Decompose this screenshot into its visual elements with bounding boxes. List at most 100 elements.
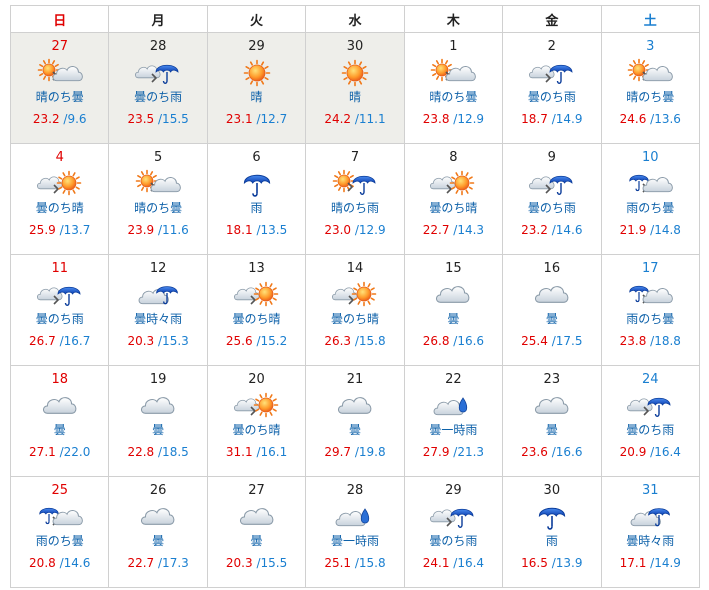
arrow-icon — [347, 182, 354, 192]
day-cell[interactable]: 3 晴のち曇 24.6 /13.6 — [600, 32, 701, 144]
day-cell[interactable]: 27 晴のち曇 23.2 /9.6 — [9, 32, 110, 144]
temperature: 23.9 /11.6 — [109, 222, 206, 238]
high-temp: 22.7 — [422, 223, 450, 237]
low-temp: /16.4 — [650, 445, 681, 459]
day-cell[interactable]: 29 曇のち雨 24.1 /16.4 — [403, 476, 504, 588]
weather-label: 晴のち曇 — [35, 90, 84, 104]
day-cell[interactable]: 9 曇のち雨 23.2 /14.6 — [502, 143, 602, 255]
low-temp: /14.9 — [551, 112, 583, 126]
day-cell[interactable]: 27 曇 20.3 /15.5 — [206, 476, 307, 588]
weather-label: 曇 — [250, 534, 263, 548]
day-cell[interactable]: 28 曇一時雨 25.1 /15.8 — [305, 476, 405, 588]
day-cell[interactable]: 7 晴のち雨 23.0 /12.9 — [305, 143, 405, 255]
temperature: 29.7 /19.8 — [306, 444, 403, 460]
weather-label: 雨のち曇 — [35, 534, 84, 548]
rain-then-cloud-weather-icon — [39, 507, 83, 526]
day-number: 23 — [543, 372, 561, 387]
day-cell[interactable]: 16 曇 25.4 /17.5 — [502, 254, 602, 366]
weather-label: 曇 — [152, 423, 165, 437]
day-cell[interactable]: 26 曇 22.7 /17.3 — [108, 476, 208, 588]
day-number: 24 — [641, 372, 659, 387]
day-cell[interactable]: 17 雨のち曇 23.8 /18.8 — [600, 254, 701, 366]
day-cell[interactable]: 30 晴 24.2 /11.1 — [305, 32, 405, 144]
high-temp: 21.9 — [619, 223, 647, 237]
day-cell[interactable]: 14 曇のち晴 26.3 /15.8 — [305, 254, 405, 366]
week-row: 27 晴のち曇 23.2 /9.6 28 曇のち雨 23.5 /15.5 29 晴 23.… — [9, 32, 701, 144]
day-cell[interactable]: 21 曇 29.7 /19.8 — [305, 365, 405, 477]
weekday-sat: 土 — [600, 5, 701, 33]
temperature: 23.0 /12.9 — [306, 222, 403, 238]
weather-label: 雨のち曇 — [626, 201, 675, 215]
sun-then-rain-weather-icon — [332, 169, 376, 195]
day-number: 30 — [543, 483, 561, 498]
temperature: 25.4 /17.5 — [503, 333, 600, 349]
low-temp: /15.3 — [158, 334, 189, 348]
cloud-icon — [42, 397, 77, 414]
temperature: 23.2 /14.6 — [503, 222, 600, 238]
rain-then-cloud-weather-icon — [629, 174, 674, 193]
weather-label: 曇 — [152, 534, 165, 548]
low-temp: /11.1 — [354, 112, 386, 126]
low-temp: /15.5 — [256, 556, 288, 570]
day-cell[interactable]: 12 曇時々雨 20.3 /15.3 — [108, 254, 208, 366]
day-cell[interactable]: 1 晴のち曇 23.8 /12.9 — [403, 32, 504, 144]
high-temp: 31.1 — [225, 445, 253, 459]
temperature: 16.5 /13.9 — [503, 555, 600, 571]
weather-label: 晴 — [348, 90, 361, 104]
sun-icon — [450, 170, 475, 196]
low-temp: /18.8 — [650, 334, 681, 348]
day-cell[interactable]: 4 曇のち晴 25.9 /13.7 — [9, 143, 110, 255]
day-number: 5 — [153, 150, 163, 165]
weather-label: 晴のち曇 — [626, 90, 675, 104]
day-cell[interactable]: 29 晴 23.1 /12.7 — [206, 32, 307, 144]
rain-weather-icon — [243, 174, 270, 197]
temperature: 25.6 /15.2 — [208, 333, 305, 349]
day-cell[interactable]: 19 曇 22.8 /18.5 — [108, 365, 208, 477]
day-number: 30 — [346, 39, 364, 54]
cloud-icon — [239, 508, 273, 525]
day-number: 20 — [248, 372, 265, 387]
cloud-then-rain-weather-icon — [528, 175, 573, 195]
temperature: 31.1 /16.1 — [208, 444, 305, 460]
day-number: 29 — [248, 39, 265, 54]
high-temp: 22.7 — [127, 556, 155, 570]
low-temp: /18.5 — [158, 445, 189, 459]
day-cell[interactable]: 18 曇 27.1 /22.0 — [9, 365, 110, 477]
day-cell[interactable]: 25 雨のち曇 20.8 /14.6 — [9, 476, 110, 588]
day-cell[interactable]: 24 曇のち雨 20.9 /16.4 — [600, 365, 701, 477]
cloud-icon — [534, 397, 569, 414]
high-temp: 20.8 — [29, 556, 56, 570]
low-temp: /16.7 — [59, 334, 91, 348]
day-number: 17 — [641, 261, 659, 276]
day-cell[interactable]: 8 曇のち晴 22.7 /14.3 — [403, 143, 504, 255]
weekday-tue: 火 — [206, 5, 307, 33]
high-temp: 20.3 — [225, 556, 253, 570]
day-number: 1 — [449, 39, 458, 54]
weather-label: 曇のち雨 — [35, 312, 84, 326]
temperature: 20.9 /16.4 — [602, 444, 699, 460]
high-temp: 25.1 — [324, 556, 352, 570]
high-temp: 20.9 — [619, 445, 647, 459]
day-cell[interactable]: 20 曇のち晴 31.1 /16.1 — [206, 365, 307, 477]
day-cell[interactable]: 30 雨 16.5 /13.9 — [502, 476, 602, 588]
day-cell[interactable]: 6 雨 18.1 /13.5 — [206, 143, 307, 255]
day-cell[interactable]: 5 晴のち曇 23.9 /11.6 — [108, 143, 208, 255]
day-cell[interactable]: 28 曇のち雨 23.5 /15.5 — [108, 32, 208, 144]
high-temp: 18.7 — [521, 112, 548, 126]
weather-label: 曇のち雨 — [527, 90, 576, 104]
day-cell[interactable]: 11 曇のち雨 26.7 /16.7 — [9, 254, 110, 366]
day-cell[interactable]: 22 曇一時雨 27.9 /21.3 — [403, 365, 504, 477]
sun-icon — [253, 392, 278, 418]
day-cell[interactable]: 10 雨のち曇 21.9 /14.8 — [600, 143, 701, 255]
weekday-wed: 水 — [305, 5, 405, 33]
high-temp: 20.3 — [127, 334, 155, 348]
day-cell[interactable]: 2 曇のち雨 18.7 /14.9 — [502, 32, 602, 144]
temperature: 22.7 /14.3 — [405, 222, 502, 238]
sun-icon — [253, 281, 278, 307]
cloud-then-sun-weather-icon — [430, 170, 475, 196]
day-cell[interactable]: 31 曇時々雨 17.1 /14.9 — [600, 476, 701, 588]
day-cell[interactable]: 13 曇のち晴 25.6 /15.2 — [206, 254, 307, 366]
day-cell[interactable]: 15 曇 26.8 /16.6 — [403, 254, 504, 366]
day-cell[interactable]: 23 曇 23.6 /16.6 — [502, 365, 602, 477]
weather-label: 曇 — [348, 423, 361, 437]
